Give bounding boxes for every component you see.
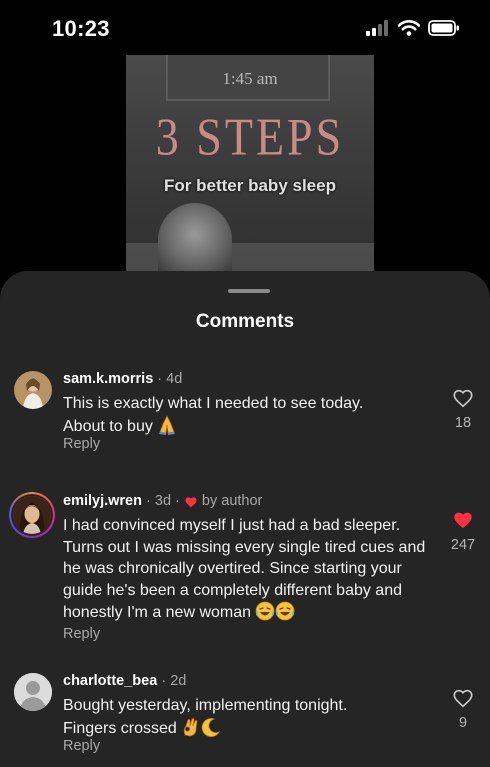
comment-item: emilyj.wren · 3d · by author I had convi… (0, 491, 490, 651)
battery-icon (428, 20, 459, 36)
comment-item: sam.k.morris · 4d This is exactly what I… (0, 369, 490, 459)
crescent-moon-emoji (201, 717, 221, 744)
status-bar: 10:23 (0, 0, 490, 58)
comments-sheet: Comments sam.k.morris · 4d This is exact… (0, 271, 490, 767)
user-photo-icon (14, 371, 52, 409)
cellular-signal-icon (366, 20, 388, 36)
video-overlay-time: 1:45 am (222, 69, 278, 88)
status-time: 10:23 (52, 16, 110, 41)
comment-age: 4d (166, 371, 183, 387)
wifi-icon (398, 20, 420, 36)
praying-hands-emoji (157, 414, 177, 442)
comment-item: charlotte_bea · 2d Bought yesterday, imp… (0, 671, 490, 761)
heart-filled-icon (185, 496, 197, 507)
comment-meta: sam.k.morris · 4d (63, 371, 183, 387)
username[interactable]: sam.k.morris (63, 371, 153, 387)
comment-text-wrap: I had convinced myself I just had a bad … (63, 515, 435, 628)
sheet-grabber[interactable] (228, 289, 270, 293)
like-count: 18 (454, 415, 472, 431)
ok-hand-emoji (181, 717, 201, 744)
username[interactable]: charlotte_bea (63, 673, 157, 689)
comment-age: 3d (154, 493, 172, 509)
story-ring[interactable] (9, 492, 55, 538)
like-count: 9 (458, 715, 468, 731)
reply-button[interactable]: Reply (63, 626, 100, 642)
default-avatar-icon (14, 673, 52, 711)
comment-text-wrap: This is exactly what I needed to see tod… (63, 393, 393, 441)
reply-button[interactable]: Reply (63, 738, 100, 754)
username[interactable]: emilyj.wren (63, 493, 142, 509)
user-photo-icon (13, 496, 51, 534)
avatar[interactable] (14, 673, 52, 711)
heart-outline-icon[interactable] (452, 387, 474, 409)
comment-meta: emilyj.wren · 3d · by author (63, 493, 263, 509)
video-baby-figure (158, 203, 232, 280)
heart-outline-icon[interactable] (452, 687, 474, 709)
video-headline: 3 STEPS (155, 107, 345, 166)
avatar (13, 496, 51, 534)
laughing-emoji (255, 601, 275, 628)
sheet-title: Comments (195, 311, 295, 332)
heart-filled-icon[interactable] (452, 509, 474, 531)
video-subtitle: For better baby sleep (164, 176, 336, 195)
reply-button[interactable]: Reply (63, 436, 100, 452)
comment-age: 2d (170, 673, 187, 689)
comment-meta: charlotte_bea · 2d (63, 673, 187, 689)
avatar[interactable] (14, 371, 52, 409)
status-icons (366, 20, 460, 36)
comment-text: This is exactly what I needed to see tod… (63, 395, 364, 435)
video-preview[interactable]: 1:45 am 3 STEPS For better baby sleep (126, 55, 374, 280)
laughing-emoji (275, 601, 295, 628)
like-count: 247 (450, 537, 476, 553)
comment-text: I had convinced myself I just had a bad … (63, 517, 426, 622)
comment-text-wrap: Bought yesterday, implementing tonight. … (63, 695, 383, 743)
author-badge: by author (201, 493, 263, 509)
